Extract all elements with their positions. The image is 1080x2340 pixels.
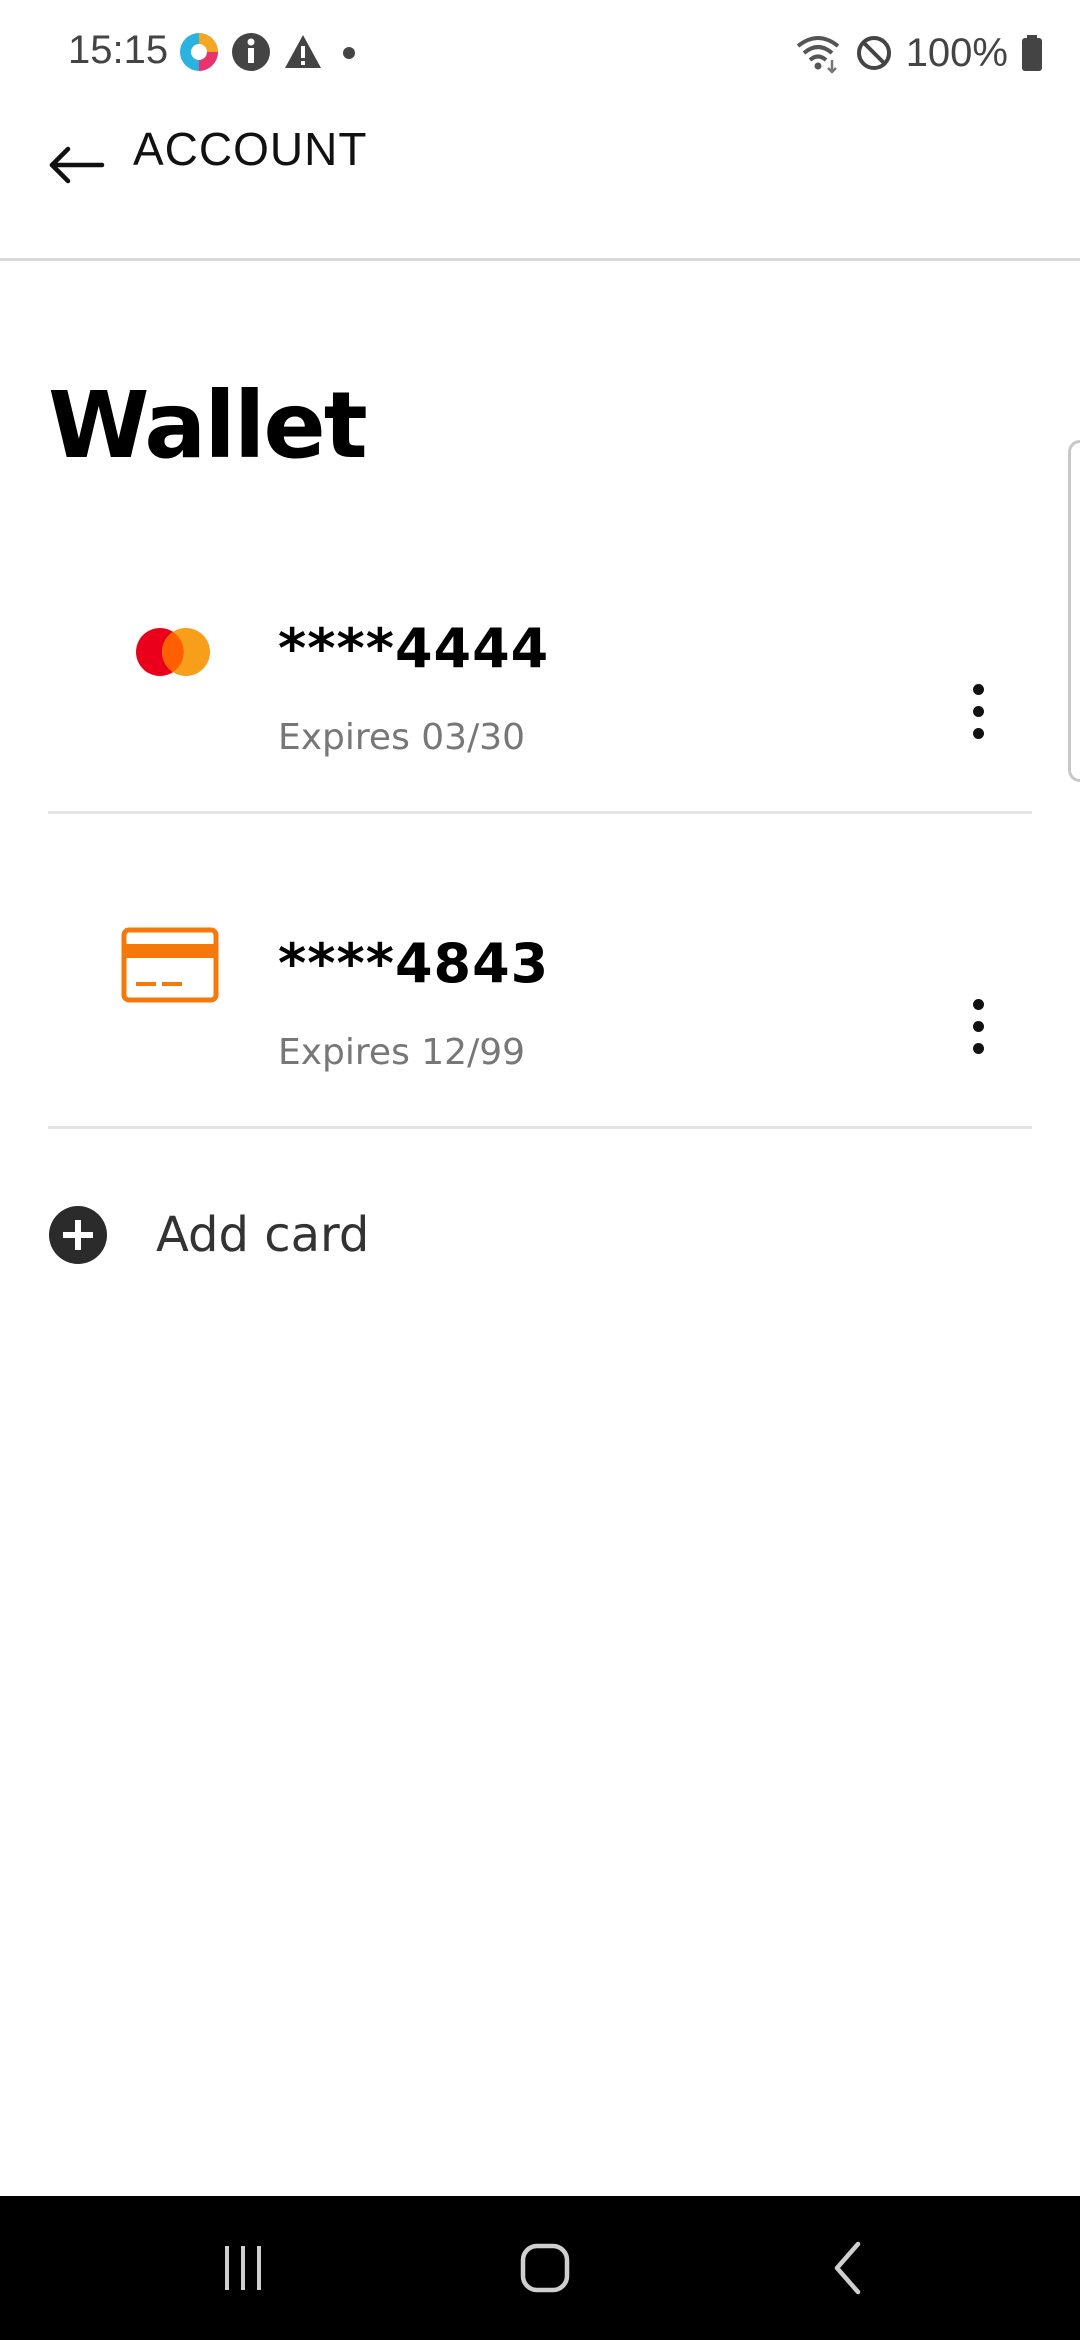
arrow-left-icon xyxy=(49,146,105,184)
card-more-options-button[interactable] xyxy=(948,986,1008,1066)
card-more-options-button[interactable] xyxy=(948,671,1008,751)
do-not-disturb-icon xyxy=(856,36,891,70)
add-card-button[interactable]: Add card xyxy=(48,1180,748,1290)
status-bar: 15:15 100% xyxy=(0,0,1080,100)
card-number: ****4843 xyxy=(278,932,550,995)
card-number: ****4444 xyxy=(278,617,550,680)
info-icon xyxy=(232,33,270,71)
status-icons-left xyxy=(178,30,364,74)
edge-panel-handle[interactable] xyxy=(1068,440,1080,782)
card-expiry: Expires 12/99 xyxy=(278,1032,526,1073)
plus-circle-icon xyxy=(49,1206,107,1264)
back-icon xyxy=(834,2241,861,2295)
home-button[interactable] xyxy=(505,2238,585,2298)
wallet-card-row[interactable]: ****4444 Expires 03/30 xyxy=(48,497,1032,814)
battery-percentage: 100% xyxy=(905,30,1008,75)
battery-icon xyxy=(1022,35,1042,71)
status-icons-right: 100% xyxy=(794,28,1044,78)
top-app-bar: ACCOUNT xyxy=(0,100,1080,261)
app-notification-icon xyxy=(180,33,218,71)
mastercard-icon xyxy=(136,628,210,676)
status-time: 15:15 xyxy=(68,28,169,72)
recents-button[interactable] xyxy=(203,2238,283,2298)
recents-icon xyxy=(225,2246,261,2290)
card-expiry: Expires 03/30 xyxy=(278,717,526,758)
add-card-label: Add card xyxy=(156,1207,370,1263)
back-button[interactable] xyxy=(44,120,114,190)
more-vert-icon xyxy=(972,683,984,695)
generic-card-icon xyxy=(121,927,219,1003)
system-navigation-bar xyxy=(0,2196,1080,2340)
page-title: Wallet xyxy=(48,372,368,479)
nav-back-button[interactable] xyxy=(808,2238,888,2298)
wallet-card-row[interactable]: ****4843 Expires 12/99 xyxy=(48,812,1032,1129)
dot-icon xyxy=(343,47,355,59)
wifi-icon xyxy=(796,36,839,74)
warning-icon xyxy=(285,35,321,68)
header-title: ACCOUNT xyxy=(133,123,368,175)
home-icon xyxy=(520,2243,570,2293)
more-vert-icon xyxy=(972,998,984,1010)
